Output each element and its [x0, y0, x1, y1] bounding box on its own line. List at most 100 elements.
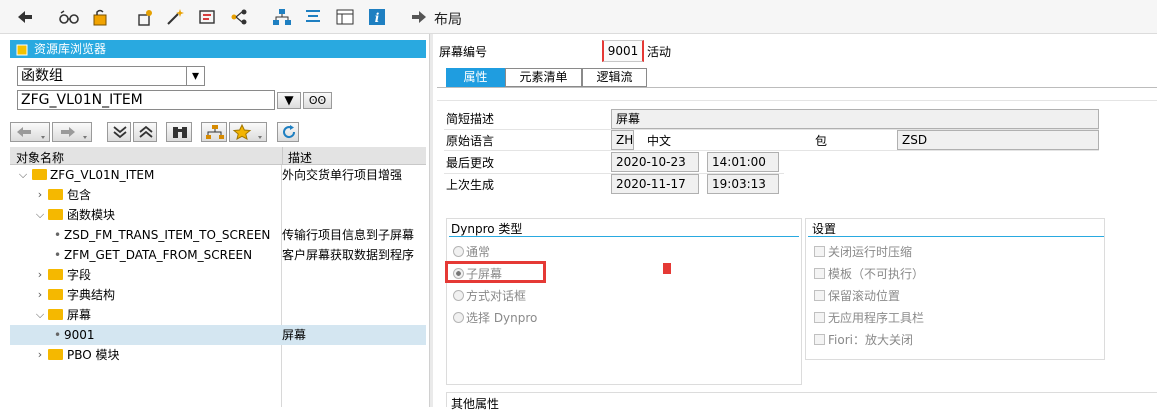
chevron-right-icon[interactable]: ›	[34, 285, 46, 305]
back-arrow-icon[interactable]	[14, 6, 36, 28]
object-type-dropdown[interactable]: 函数组 ▾	[17, 66, 205, 86]
object-name-dropdown-button[interactable]: ▼	[277, 92, 301, 109]
object-type-value: 函数组	[21, 68, 63, 84]
chevron-right-icon[interactable]: ›	[34, 265, 46, 285]
layout-label[interactable]: 布局	[434, 9, 462, 29]
tree-row-dict-structures[interactable]: › 字典结构	[10, 285, 426, 305]
info-icon[interactable]: i	[366, 6, 388, 28]
bullet-icon: •	[54, 228, 62, 242]
orig-lang-label: 原始语言	[446, 134, 495, 148]
screen-number-field[interactable]: 9001	[602, 40, 644, 62]
package-label: 包	[815, 134, 828, 148]
tree-item-label: ZFG_VL01N_ITEM	[50, 168, 155, 182]
radio-icon[interactable]	[453, 312, 464, 323]
next-object-button[interactable]	[52, 122, 92, 142]
hierarchy-tree-icon[interactable]	[201, 122, 227, 142]
panel-splitter[interactable]	[429, 34, 433, 407]
radio-icon[interactable]	[453, 246, 464, 257]
tree-row-fields[interactable]: › 字段	[10, 265, 426, 285]
last-changed-time-field[interactable]: 14:01:00	[707, 152, 779, 172]
other-attributes-title: 其他属性	[451, 397, 500, 411]
folder-icon	[48, 289, 63, 300]
tree-row-fm1[interactable]: • ZSD_FM_TRANS_ITEM_TO_SCREEN 传输行项目信息到子屏…	[10, 225, 426, 245]
checkbox-icon[interactable]	[814, 246, 825, 257]
checkbox-icon[interactable]	[814, 268, 825, 279]
chevron-down-icon[interactable]: ▾	[186, 67, 204, 85]
display-change-glasses-icon[interactable]	[58, 6, 80, 28]
checkbox-icon[interactable]	[814, 290, 825, 301]
chevron-right-icon[interactable]: ›	[34, 345, 46, 365]
chevron-down-icon[interactable]: ⌵	[17, 165, 29, 185]
setting-fiori-zoom[interactable]: Fiori：放大关闭	[814, 331, 913, 348]
tree-row-screen-9001[interactable]: • 9001 屏幕	[10, 325, 426, 345]
radio-selection-dynpro[interactable]: 选择 Dynpro	[453, 309, 537, 326]
setting-hold-compression[interactable]: 关闭运行时压缩	[814, 243, 912, 260]
tree-item-label: 函数模块	[67, 208, 116, 222]
layout-arrow-icon[interactable]	[408, 6, 430, 28]
last-changed-date-field[interactable]: 2020-10-23	[611, 152, 699, 172]
highlight-box	[445, 261, 546, 283]
short-desc-label: 简短描述	[446, 112, 495, 126]
window-icon[interactable]	[334, 6, 356, 28]
column-object-name: 对象名称	[16, 151, 65, 165]
other-attributes-group: 其他属性	[446, 392, 1157, 411]
checkbox-icon[interactable]	[814, 312, 825, 323]
settings-title: 设置	[812, 222, 837, 236]
setting-template[interactable]: 模板（不可执行）	[814, 265, 924, 282]
tree-item-description: 客户屏幕获取数据到程序	[282, 248, 415, 262]
setting-no-toolbar[interactable]: 无应用程序工具栏	[814, 309, 924, 326]
last-generated-time-field[interactable]: 19:03:13	[707, 174, 779, 194]
checkbox-label: 保留滚动位置	[828, 289, 901, 303]
refresh-icon[interactable]	[277, 122, 299, 142]
tree-row-screens[interactable]: ⌵ 屏幕	[10, 305, 426, 325]
chevron-right-icon[interactable]: ›	[34, 185, 46, 205]
last-generated-date-field[interactable]: 2020-11-17	[611, 174, 699, 194]
radio-modal-dialog[interactable]: 方式对话框	[453, 287, 526, 304]
favorites-star-icon[interactable]	[229, 122, 267, 142]
radio-label: 方式对话框	[466, 289, 527, 303]
package-field[interactable]: ZSD	[897, 130, 1099, 150]
folder-icon	[48, 269, 63, 280]
tab-flow-logic[interactable]: 逻辑流	[582, 68, 647, 87]
setting-hold-scroll[interactable]: 保留滚动位置	[814, 287, 900, 304]
tab-attributes[interactable]: 属性	[446, 68, 505, 87]
tree-item-label: PBO 模块	[67, 348, 120, 362]
hierarchy-icon[interactable]	[271, 6, 293, 28]
radio-icon[interactable]	[453, 290, 464, 301]
magic-wand-icon[interactable]	[164, 6, 186, 28]
object-name-value: ZFG_VL01N_ITEM	[21, 92, 143, 108]
orig-lang-code-field[interactable]: ZH	[611, 130, 634, 150]
tree-row-fm2[interactable]: • ZFM_GET_DATA_FROM_SCREEN 客户屏幕获取数据到程序	[10, 245, 426, 265]
tree-item-label: 屏幕	[67, 308, 92, 322]
activate-icon[interactable]	[90, 6, 112, 28]
orig-lang-name: 中文	[647, 134, 672, 148]
binoculars-icon[interactable]	[166, 122, 192, 142]
tree-row-function-modules[interactable]: ⌵ 函数模块	[10, 205, 426, 225]
dynpro-type-group: Dynpro 类型 通常 子屏幕 方式对话框 选择 Dynpro	[446, 218, 802, 385]
checkbox-label: Fiori：放大关闭	[828, 333, 913, 347]
check-syntax-icon[interactable]	[196, 6, 218, 28]
chevron-down-icon[interactable]: ⌵	[34, 305, 46, 325]
radio-normal[interactable]: 通常	[453, 243, 490, 260]
collapse-all-icon[interactable]	[133, 122, 157, 142]
tree-row-pbo-modules[interactable]: › PBO 模块	[10, 345, 426, 365]
last-generated-label: 上次生成	[446, 178, 495, 192]
checkbox-icon[interactable]	[814, 334, 825, 345]
previous-object-button[interactable]	[10, 122, 50, 142]
folder-icon	[48, 349, 63, 360]
other-object-icon[interactable]	[134, 6, 156, 28]
tree-row-includes[interactable]: › 包含	[10, 185, 426, 205]
display-object-glasses-icon[interactable]: ʘʘ	[303, 92, 332, 109]
short-desc-field[interactable]: 屏幕	[611, 109, 1099, 129]
tree-row-root[interactable]: ⌵ ZFG_VL01N_ITEM 外向交货单行项目增强	[10, 165, 426, 185]
where-used-icon[interactable]	[228, 6, 250, 28]
object-name-input[interactable]: ZFG_VL01N_ITEM	[17, 90, 275, 110]
layout-list-icon[interactable]	[302, 6, 324, 28]
chevron-down-icon[interactable]: ⌵	[34, 205, 46, 225]
screen-number-label: 屏幕编号	[439, 45, 488, 59]
tree-item-label: 9001	[64, 328, 95, 342]
expand-all-icon[interactable]	[107, 122, 131, 142]
tab-element-list[interactable]: 元素清单	[505, 68, 582, 87]
radio-label: 通常	[466, 245, 491, 259]
svg-text:i: i	[375, 11, 380, 25]
